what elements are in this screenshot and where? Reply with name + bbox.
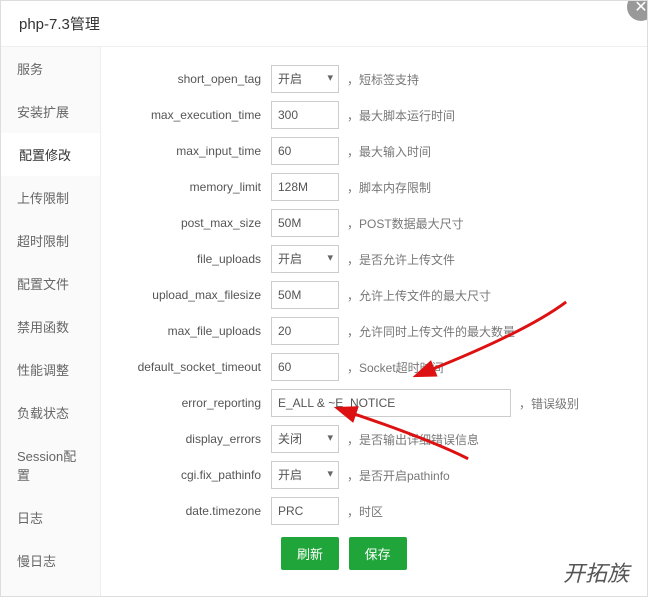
setting-input-upload_max_filesize[interactable] — [271, 281, 339, 309]
setting-desc: ，Socket超时时间 — [347, 359, 444, 376]
setting-input-post_max_size[interactable] — [271, 209, 339, 237]
setting-input-memory_limit[interactable] — [271, 173, 339, 201]
setting-row-max_execution_time: max_execution_time ，最大脚本运行时间 — [111, 101, 637, 129]
setting-row-display_errors: display_errors关闭 ，是否输出详细错误信息 — [111, 425, 637, 453]
setting-desc: ，POST数据最大尺寸 — [347, 215, 464, 232]
setting-select-short_open_tag[interactable]: 开启 — [271, 65, 339, 93]
setting-desc: ，最大输入时间 — [347, 143, 431, 160]
save-button[interactable]: 保存 — [349, 537, 407, 570]
sidebar-item-1[interactable]: 安装扩展 — [1, 90, 100, 133]
sidebar-item-8[interactable]: 负载状态 — [1, 391, 100, 434]
setting-row-upload_max_filesize: upload_max_filesize ，允许上传文件的最大尺寸 — [111, 281, 637, 309]
setting-label: memory_limit — [111, 180, 271, 194]
setting-label: upload_max_filesize — [111, 288, 271, 302]
sidebar-item-9[interactable]: Session配置 — [1, 434, 100, 496]
modal-body: 服务安装扩展配置修改上传限制超时限制配置文件禁用函数性能调整负载状态Sessio… — [1, 47, 647, 596]
setting-label: short_open_tag — [111, 72, 271, 86]
sidebar-item-5[interactable]: 配置文件 — [1, 262, 100, 305]
setting-desc: ，脚本内存限制 — [347, 179, 431, 196]
setting-row-max_input_time: max_input_time ，最大输入时间 — [111, 137, 637, 165]
setting-label: cgi.fix_pathinfo — [111, 468, 271, 482]
sidebar-item-11[interactable]: 慢日志 — [1, 539, 100, 582]
sidebar-item-3[interactable]: 上传限制 — [1, 176, 100, 219]
setting-desc: ，是否输出详细错误信息 — [347, 431, 479, 448]
setting-label: max_execution_time — [111, 108, 271, 122]
refresh-button[interactable]: 刷新 — [281, 537, 339, 570]
sidebar-item-2[interactable]: 配置修改 — [1, 133, 100, 176]
setting-desc: ，是否允许上传文件 — [347, 251, 455, 268]
setting-select-file_uploads[interactable]: 开启 — [271, 245, 339, 273]
setting-desc: ，允许上传文件的最大尺寸 — [347, 287, 491, 304]
setting-input-max_execution_time[interactable] — [271, 101, 339, 129]
setting-row-post_max_size: post_max_size ，POST数据最大尺寸 — [111, 209, 637, 237]
setting-label: error_reporting — [111, 396, 271, 410]
setting-input-max_file_uploads[interactable] — [271, 317, 339, 345]
setting-select-display_errors[interactable]: 关闭 — [271, 425, 339, 453]
setting-label: max_file_uploads — [111, 324, 271, 338]
setting-desc: ，时区 — [347, 503, 383, 520]
setting-desc: ，最大脚本运行时间 — [347, 107, 455, 124]
setting-row-cgi.fix_pathinfo: cgi.fix_pathinfo开启 ，是否开启pathinfo — [111, 461, 637, 489]
modal-title: php-7.3管理 — [1, 1, 647, 47]
setting-label: file_uploads — [111, 252, 271, 266]
setting-row-memory_limit: memory_limit ，脚本内存限制 — [111, 173, 637, 201]
watermark: 开拓族 — [563, 556, 629, 588]
setting-row-max_file_uploads: max_file_uploads ，允许同时上传文件的最大数量 — [111, 317, 637, 345]
setting-desc: ，错误级别 — [519, 395, 579, 412]
php-config-modal: ✕ php-7.3管理 服务安装扩展配置修改上传限制超时限制配置文件禁用函数性能… — [0, 0, 648, 597]
setting-label: date.timezone — [111, 504, 271, 518]
setting-row-error_reporting: error_reporting ，错误级别 — [111, 389, 637, 417]
sidebar-item-10[interactable]: 日志 — [1, 496, 100, 539]
setting-row-file_uploads: file_uploads开启 ，是否允许上传文件 — [111, 245, 637, 273]
sidebar-item-12[interactable]: phpinfo — [1, 582, 100, 596]
setting-label: max_input_time — [111, 144, 271, 158]
sidebar-item-6[interactable]: 禁用函数 — [1, 305, 100, 348]
sidebar-item-0[interactable]: 服务 — [1, 47, 100, 90]
setting-select-cgi.fix_pathinfo[interactable]: 开启 — [271, 461, 339, 489]
setting-input-max_input_time[interactable] — [271, 137, 339, 165]
setting-label: default_socket_timeout — [111, 360, 271, 374]
setting-label: display_errors — [111, 432, 271, 446]
setting-input-default_socket_timeout[interactable] — [271, 353, 339, 381]
setting-label: post_max_size — [111, 216, 271, 230]
setting-desc: ，允许同时上传文件的最大数量 — [347, 323, 515, 340]
setting-input-date.timezone[interactable] — [271, 497, 339, 525]
setting-row-short_open_tag: short_open_tag开启 ，短标签支持 — [111, 65, 637, 93]
setting-input-error_reporting[interactable] — [271, 389, 511, 417]
sidebar-item-4[interactable]: 超时限制 — [1, 219, 100, 262]
sidebar: 服务安装扩展配置修改上传限制超时限制配置文件禁用函数性能调整负载状态Sessio… — [1, 47, 101, 596]
sidebar-item-7[interactable]: 性能调整 — [1, 348, 100, 391]
setting-row-default_socket_timeout: default_socket_timeout ，Socket超时时间 — [111, 353, 637, 381]
setting-desc: ，短标签支持 — [347, 71, 419, 88]
setting-desc: ，是否开启pathinfo — [347, 467, 450, 484]
settings-content: short_open_tag开启，短标签支持max_execution_time… — [101, 47, 647, 596]
setting-row-date.timezone: date.timezone ，时区 — [111, 497, 637, 525]
